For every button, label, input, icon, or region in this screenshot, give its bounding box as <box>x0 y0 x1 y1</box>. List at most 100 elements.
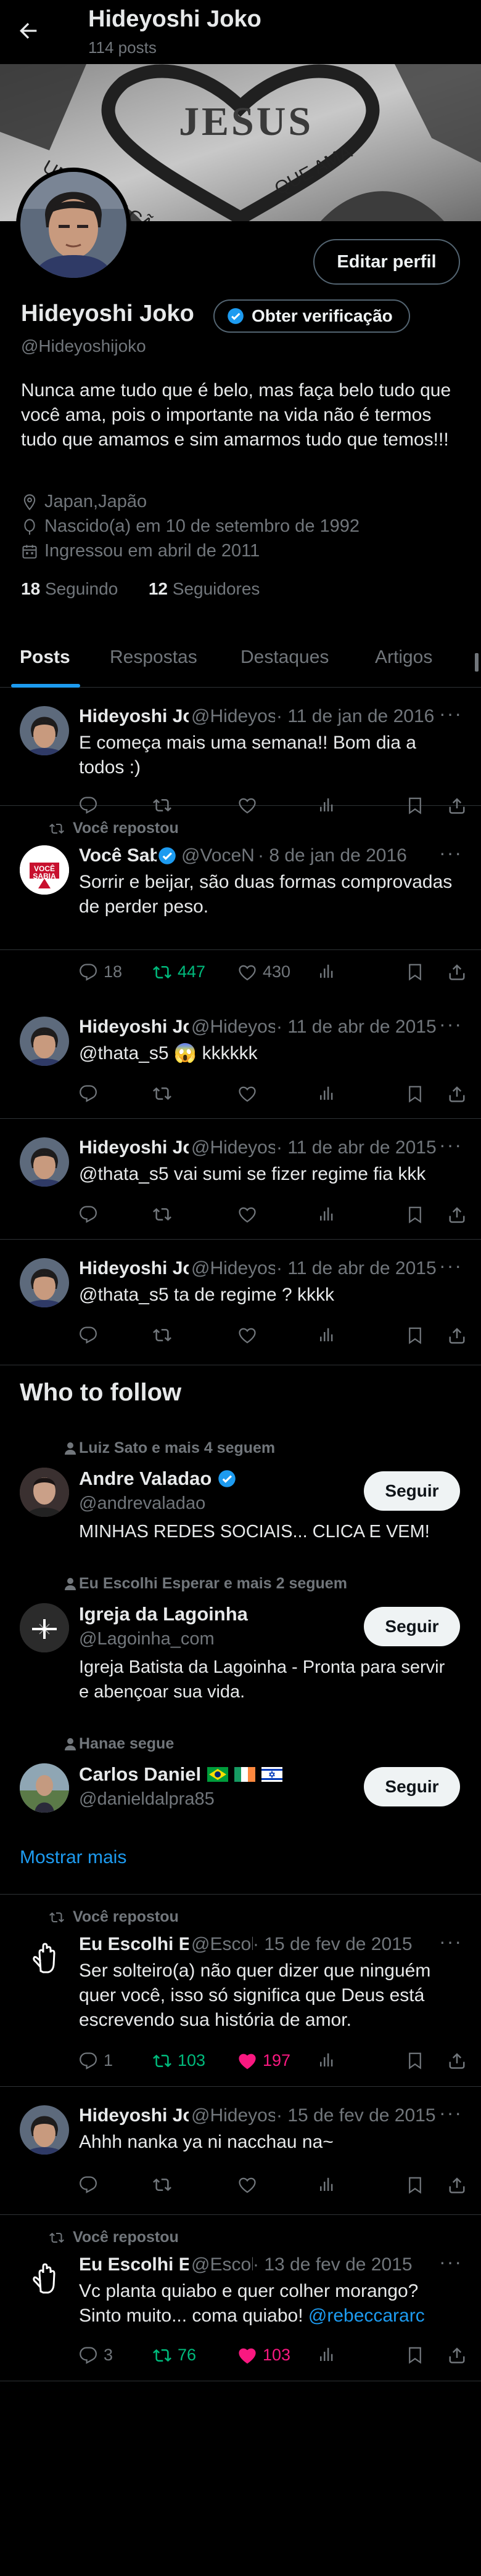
tweet-author-name[interactable]: Você Sabia? <box>79 845 157 866</box>
tweet-author-handle[interactable]: @Hideyoshijoko <box>191 1137 275 1158</box>
tweet-author-handle[interactable]: @Hideyoshijoko <box>191 2105 275 2126</box>
like-button[interactable] <box>238 2176 263 2194</box>
get-verified-button[interactable]: Obter verificação <box>213 299 410 333</box>
views-button[interactable] <box>317 962 335 981</box>
back-button[interactable] <box>16 18 46 43</box>
tweet-author-handle[interactable]: @VoceNaoSabia <box>181 845 255 866</box>
tweet[interactable]: Você repostou Eu Escolhi Esperar @Escolh… <box>0 1895 481 2087</box>
tweet-date[interactable]: · 13 de fev de 2015 <box>253 2254 413 2275</box>
suggestion-name[interactable]: Carlos Daniel <box>79 1763 283 1786</box>
share-button[interactable] <box>448 1326 466 1344</box>
reply-button[interactable]: 1 <box>79 2051 113 2070</box>
like-button[interactable] <box>238 1326 263 1344</box>
more-options-icon[interactable]: ··· <box>439 1017 462 1036</box>
bookmark-button[interactable] <box>406 1084 424 1103</box>
views-button[interactable] <box>317 2051 335 2070</box>
tweet-avatar[interactable] <box>20 706 69 755</box>
suggestion-name[interactable]: Igreja da Lagoinha <box>79 1603 248 1625</box>
like-button[interactable]: 430 <box>238 962 290 981</box>
tab-posts[interactable]: Posts <box>20 647 70 668</box>
suggestion-handle[interactable]: @Lagoinha_com <box>79 1629 215 1649</box>
share-button[interactable] <box>448 2346 466 2364</box>
share-button[interactable] <box>448 1205 466 1224</box>
tweet-author-name[interactable]: Hideyoshi Joko <box>79 1258 189 1279</box>
share-button[interactable] <box>448 2176 466 2194</box>
tweet-avatar[interactable] <box>20 1017 69 1066</box>
tweet-author-name[interactable]: Eu Escolhi Esperar <box>79 1934 189 1955</box>
tweet[interactable]: Hideyoshi Joko @Hideyoshijoko · 11 de ab… <box>0 1119 481 1240</box>
like-button[interactable] <box>238 1205 263 1224</box>
tab-replies[interactable]: Respostas <box>110 647 197 668</box>
tweet-avatar[interactable] <box>20 1137 69 1187</box>
repost-button[interactable]: 103 <box>153 2051 205 2070</box>
views-button[interactable] <box>317 1205 335 1224</box>
tweet-date[interactable]: · 11 de abr de 2015 <box>276 1017 437 1038</box>
tweet-author-name[interactable]: Hideyoshi Joko <box>79 2105 189 2126</box>
tweet[interactable]: Hideyoshi Joko @Hideyoshijoko · 11 de ja… <box>0 688 481 815</box>
tweet-avatar[interactable]: VOCÊ SABIA <box>20 845 69 895</box>
mention-link[interactable]: @thata_s5 😱 kkkkkk <box>79 1043 258 1063</box>
tweet-author-handle[interactable]: @Hideyoshijoko <box>191 1258 275 1279</box>
suggestion-handle[interactable]: @danieldalpra85 <box>79 1789 215 1810</box>
more-options-icon[interactable]: ··· <box>439 1258 462 1277</box>
tweet-date[interactable]: · 15 de fev de 2015 <box>276 2105 436 2126</box>
repost-button[interactable] <box>153 2176 178 2194</box>
bookmark-button[interactable] <box>406 1205 424 1224</box>
tweet-date[interactable]: · 15 de fev de 2015 <box>253 1934 413 1955</box>
repost-button[interactable]: 76 <box>153 2346 196 2365</box>
show-more-link[interactable]: Mostrar mais <box>20 1847 126 1868</box>
suggestion-avatar[interactable] <box>20 1603 69 1652</box>
edit-profile-button[interactable]: Editar perfil <box>313 239 460 285</box>
repost-button[interactable] <box>153 1205 178 1224</box>
repost-button[interactable] <box>153 1326 178 1344</box>
tweet-avatar[interactable] <box>20 1934 69 1983</box>
tweet[interactable]: Você repostou Eu Escolhi Esperar @Escolh… <box>0 2215 481 2381</box>
bookmark-button[interactable] <box>406 1326 424 1344</box>
bookmark-button[interactable] <box>406 2051 424 2070</box>
suggestion-avatar[interactable] <box>20 1763 69 1813</box>
tab-articles[interactable]: Artigos <box>375 647 432 668</box>
more-options-icon[interactable]: ··· <box>439 845 462 864</box>
views-button[interactable] <box>317 2176 335 2194</box>
follow-suggestion[interactable]: Hanae segue Carlos Daniel @danieldalpra8… <box>0 1735 481 1827</box>
bookmark-button[interactable] <box>406 962 424 981</box>
tweet[interactable]: Hideyoshi Joko @Hideyoshijoko · 15 de fe… <box>0 2087 481 2215</box>
reply-button[interactable] <box>79 2176 104 2194</box>
more-options-icon[interactable]: ··· <box>439 2105 462 2124</box>
followers-link[interactable]: 12 Seguidores <box>149 579 260 598</box>
tweet-author-handle[interactable]: @EscolhiEsperar <box>191 1934 253 1955</box>
like-button[interactable]: 197 <box>238 2051 290 2070</box>
following-link[interactable]: 18 Seguindo <box>21 579 118 598</box>
more-options-icon[interactable]: ··· <box>439 2254 462 2273</box>
suggestion-avatar[interactable] <box>20 1468 69 1517</box>
tweet-avatar[interactable] <box>20 2254 69 2304</box>
reply-button[interactable] <box>79 1205 104 1224</box>
tweet-author-name[interactable]: Hideyoshi Joko <box>79 706 189 727</box>
tweet-author-handle[interactable]: @Hideyoshijoko <box>191 706 275 727</box>
views-button[interactable] <box>317 1326 335 1344</box>
share-button[interactable] <box>448 2051 466 2070</box>
reply-button[interactable] <box>79 1326 104 1344</box>
tweet-author-name[interactable]: Eu Escolhi Esperar <box>79 2254 189 2275</box>
share-button[interactable] <box>448 962 466 981</box>
bookmark-button[interactable] <box>406 2176 424 2194</box>
tweet-author-handle[interactable]: @EscolhiEsperar <box>191 2254 253 2275</box>
reply-button[interactable]: 3 <box>79 2346 113 2365</box>
follow-button[interactable]: Seguir <box>364 1607 460 1646</box>
views-button[interactable] <box>317 2346 335 2364</box>
suggestion-name[interactable]: Andre Valadao <box>79 1468 236 1490</box>
views-button[interactable] <box>317 1084 335 1103</box>
like-button[interactable] <box>238 1084 263 1103</box>
reply-button[interactable] <box>79 1084 104 1103</box>
tweet-date[interactable]: · 8 de jan de 2016 <box>258 845 407 866</box>
tweet-date[interactable]: · 11 de abr de 2015 <box>276 1137 437 1158</box>
tweet-date[interactable]: · 11 de jan de 2016 <box>276 706 434 727</box>
tab-highlights[interactable]: Destaques <box>240 647 329 668</box>
tweet-date[interactable]: · 11 de abr de 2015 <box>276 1258 437 1279</box>
mention-link[interactable]: @rebeccararc <box>308 2306 425 2326</box>
repost-button[interactable] <box>153 1084 178 1103</box>
more-options-icon[interactable]: ··· <box>439 1934 462 1953</box>
follow-button[interactable]: Seguir <box>364 1767 460 1806</box>
suggestion-handle[interactable]: @andrevaladao <box>79 1493 205 1514</box>
tweet-author-name[interactable]: Hideyoshi Joko <box>79 1137 189 1158</box>
